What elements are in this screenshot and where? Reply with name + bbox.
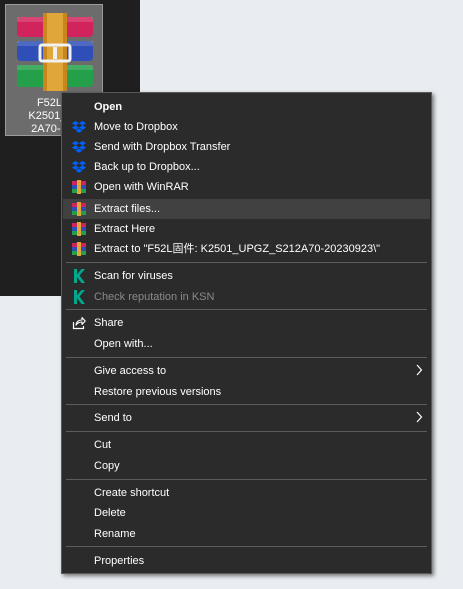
menu-item-back-up-to-dropbox[interactable]: Back up to Dropbox... xyxy=(63,157,430,177)
menu-item-send-to-label: Send to xyxy=(94,412,132,424)
menu-item-copy[interactable]: Copy xyxy=(63,456,430,476)
menu-item-scan-for-viruses-label: Scan for viruses xyxy=(94,270,173,282)
kaspersky-icon xyxy=(74,269,85,283)
winrar-icon xyxy=(72,202,86,216)
menu-item-copy-label: Copy xyxy=(94,460,120,472)
menu-item-delete[interactable]: Delete xyxy=(63,503,430,523)
menu-item-share-label: Share xyxy=(94,317,124,329)
menu-separator xyxy=(66,309,427,310)
menu-item-check-reputation-label: Check reputation in KSN xyxy=(94,291,215,303)
chevron-right-icon xyxy=(416,411,423,423)
menu-item-send-with-dropbox-transfer-label: Send with Dropbox Transfer xyxy=(94,141,231,153)
menu-item-send-to[interactable]: Send to xyxy=(63,408,430,428)
menu-item-share[interactable]: Share xyxy=(63,313,430,333)
menu-item-move-to-dropbox[interactable]: Move to Dropbox xyxy=(63,117,430,137)
menu-item-cut-label: Cut xyxy=(94,439,112,451)
menu-item-move-to-dropbox-label: Move to Dropbox xyxy=(94,121,178,133)
menu-item-open-with-winrar-label: Open with WinRAR xyxy=(94,181,189,193)
menu-item-properties[interactable]: Properties xyxy=(63,551,430,571)
menu-separator xyxy=(66,431,427,432)
menu-item-properties-label: Properties xyxy=(94,555,145,567)
menu-item-delete-label: Delete xyxy=(94,507,126,519)
winrar-archive-icon xyxy=(17,13,93,91)
menu-item-check-reputation[interactable]: Check reputation in KSN xyxy=(63,287,430,307)
menu-item-restore-previous-versions[interactable]: Restore previous versions xyxy=(63,382,430,402)
menu-item-extract-to-label: Extract to "F52L固件: K2501_UPGZ_S212A70-2… xyxy=(94,243,381,255)
menu-separator xyxy=(66,479,427,480)
menu-item-scan-for-viruses[interactable]: Scan for viruses xyxy=(63,266,430,286)
menu-item-cut[interactable]: Cut xyxy=(63,435,430,455)
menu-item-open-with-label: Open with... xyxy=(94,338,153,350)
menu-item-back-up-to-dropbox-label: Back up to Dropbox... xyxy=(94,161,200,173)
context-menu: Open Move to Dropbox Send with Dropbox T… xyxy=(61,92,432,574)
share-icon xyxy=(72,316,86,330)
menu-item-rename-label: Rename xyxy=(94,528,136,540)
kaspersky-icon xyxy=(74,290,85,304)
menu-item-give-access-to[interactable]: Give access to xyxy=(63,361,430,381)
dropbox-icon xyxy=(72,161,86,173)
menu-item-restore-previous-versions-label: Restore previous versions xyxy=(94,386,222,398)
menu-item-send-with-dropbox-transfer[interactable]: Send with Dropbox Transfer xyxy=(63,137,430,157)
menu-item-open-with[interactable]: Open with... xyxy=(63,334,430,354)
dropbox-icon xyxy=(72,121,86,133)
menu-item-create-shortcut[interactable]: Create shortcut xyxy=(63,483,430,503)
menu-item-extract-files-label: Extract files... xyxy=(94,203,161,215)
menu-separator xyxy=(66,357,427,358)
menu-item-extract-here[interactable]: Extract Here xyxy=(63,219,430,239)
menu-item-give-access-to-label: Give access to xyxy=(94,365,167,377)
menu-separator xyxy=(66,262,427,263)
menu-separator xyxy=(66,546,427,547)
menu-item-open-label: Open xyxy=(94,101,123,113)
menu-item-create-shortcut-label: Create shortcut xyxy=(94,487,170,499)
dropbox-icon xyxy=(72,141,86,153)
menu-separator xyxy=(66,404,427,405)
chevron-right-icon xyxy=(416,364,423,376)
menu-item-extract-here-label: Extract Here xyxy=(94,223,156,235)
menu-item-extract-files[interactable]: Extract files... xyxy=(63,199,430,219)
menu-item-rename[interactable]: Rename xyxy=(63,524,430,544)
menu-item-open-with-winrar[interactable]: Open with WinRAR xyxy=(63,177,430,197)
winrar-icon xyxy=(72,222,86,236)
menu-item-open[interactable]: Open xyxy=(63,97,430,117)
menu-item-extract-to[interactable]: Extract to "F52L固件: K2501_UPGZ_S212A70-2… xyxy=(63,239,430,259)
winrar-icon xyxy=(72,242,86,256)
winrar-icon xyxy=(72,180,86,194)
